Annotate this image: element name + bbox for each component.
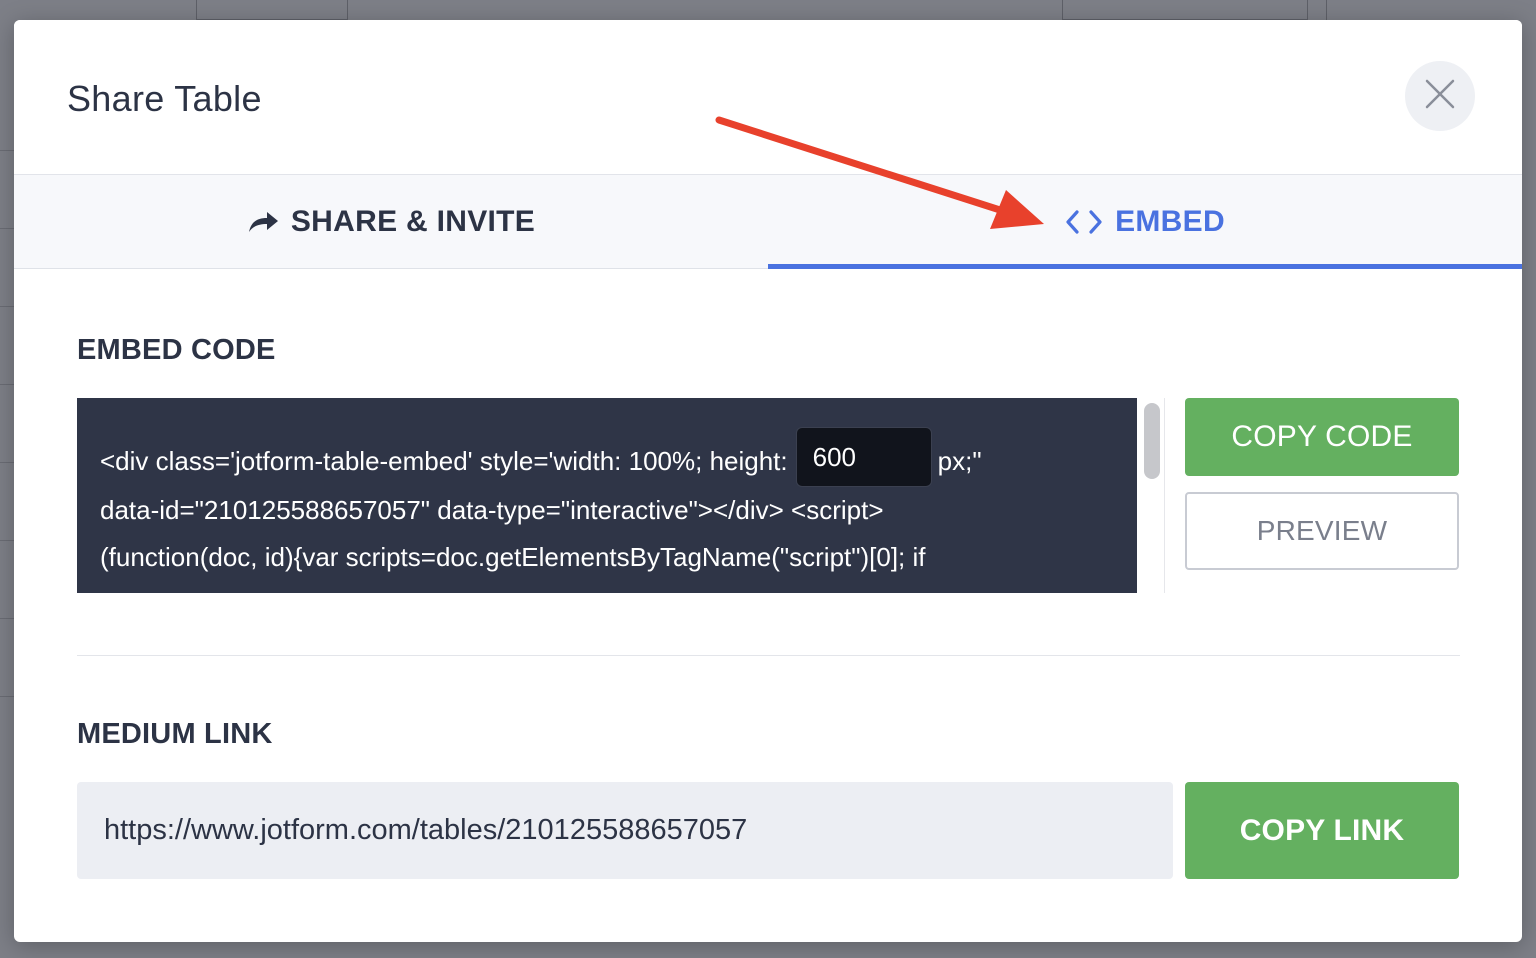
code-line: data-id="210125588657057" data-type="int…: [100, 495, 884, 526]
height-input[interactable]: 600: [795, 427, 932, 488]
code-line: (!doc.getElementById(id)){var script=doc…: [100, 580, 1097, 593]
tab-label: SHARE & INVITE: [290, 205, 536, 238]
preview-button[interactable]: PREVIEW: [1185, 492, 1459, 570]
background-toolbar: Filter All time Columns: [0, 0, 1536, 20]
embed-code-label: EMBED CODE: [77, 334, 276, 366]
tab-bar: SHARE & INVITE EMBED: [14, 174, 1522, 269]
medium-link-label: MEDIUM LINK: [77, 718, 273, 750]
section-divider: [77, 655, 1460, 656]
close-icon: [1425, 79, 1455, 114]
modal-title: Share Table: [67, 78, 262, 119]
share-table-modal: Share Table SHARE & INVITE EMBED EMBED C…: [14, 20, 1522, 942]
background-row-divider: [0, 306, 14, 307]
code-brackets-icon: [1065, 208, 1103, 236]
background-row-divider: [0, 618, 14, 619]
code-scrollbar-thumb[interactable]: [1144, 403, 1160, 479]
close-button[interactable]: [1405, 61, 1475, 131]
filter-button: Filter: [196, 0, 348, 20]
code-text: <div class='jotform-table-embed' style='…: [100, 446, 788, 476]
tab-embed[interactable]: EMBED: [768, 175, 1522, 269]
active-tab-indicator: [768, 264, 1522, 269]
code-line: (function(doc, id){var scripts=doc.getEl…: [100, 541, 926, 572]
background-row-divider: [0, 384, 14, 385]
code-text: px;": [937, 446, 982, 476]
tab-share-invite[interactable]: SHARE & INVITE: [14, 175, 768, 269]
embed-code-box[interactable]: <div class='jotform-table-embed' style='…: [77, 398, 1137, 593]
copy-link-button[interactable]: COPY LINK: [1185, 782, 1459, 879]
background-row-divider: [0, 540, 14, 541]
background-row-divider: [0, 462, 14, 463]
copy-code-button[interactable]: COPY CODE: [1185, 398, 1459, 476]
date-range-select: All time: [1062, 0, 1308, 20]
background-row-divider: [0, 150, 14, 151]
tab-label: EMBED: [1115, 205, 1225, 238]
share-arrow-icon: [247, 210, 279, 234]
background-row-divider: [0, 696, 14, 697]
code-line: <div class='jotform-table-embed' style='…: [100, 427, 1097, 488]
modal-header: Share Table: [14, 20, 1522, 174]
medium-link-field[interactable]: https://www.jotform.com/tables/210125588…: [77, 782, 1173, 879]
background-row-divider: [0, 228, 14, 229]
columns-button: Columns: [1326, 0, 1536, 20]
